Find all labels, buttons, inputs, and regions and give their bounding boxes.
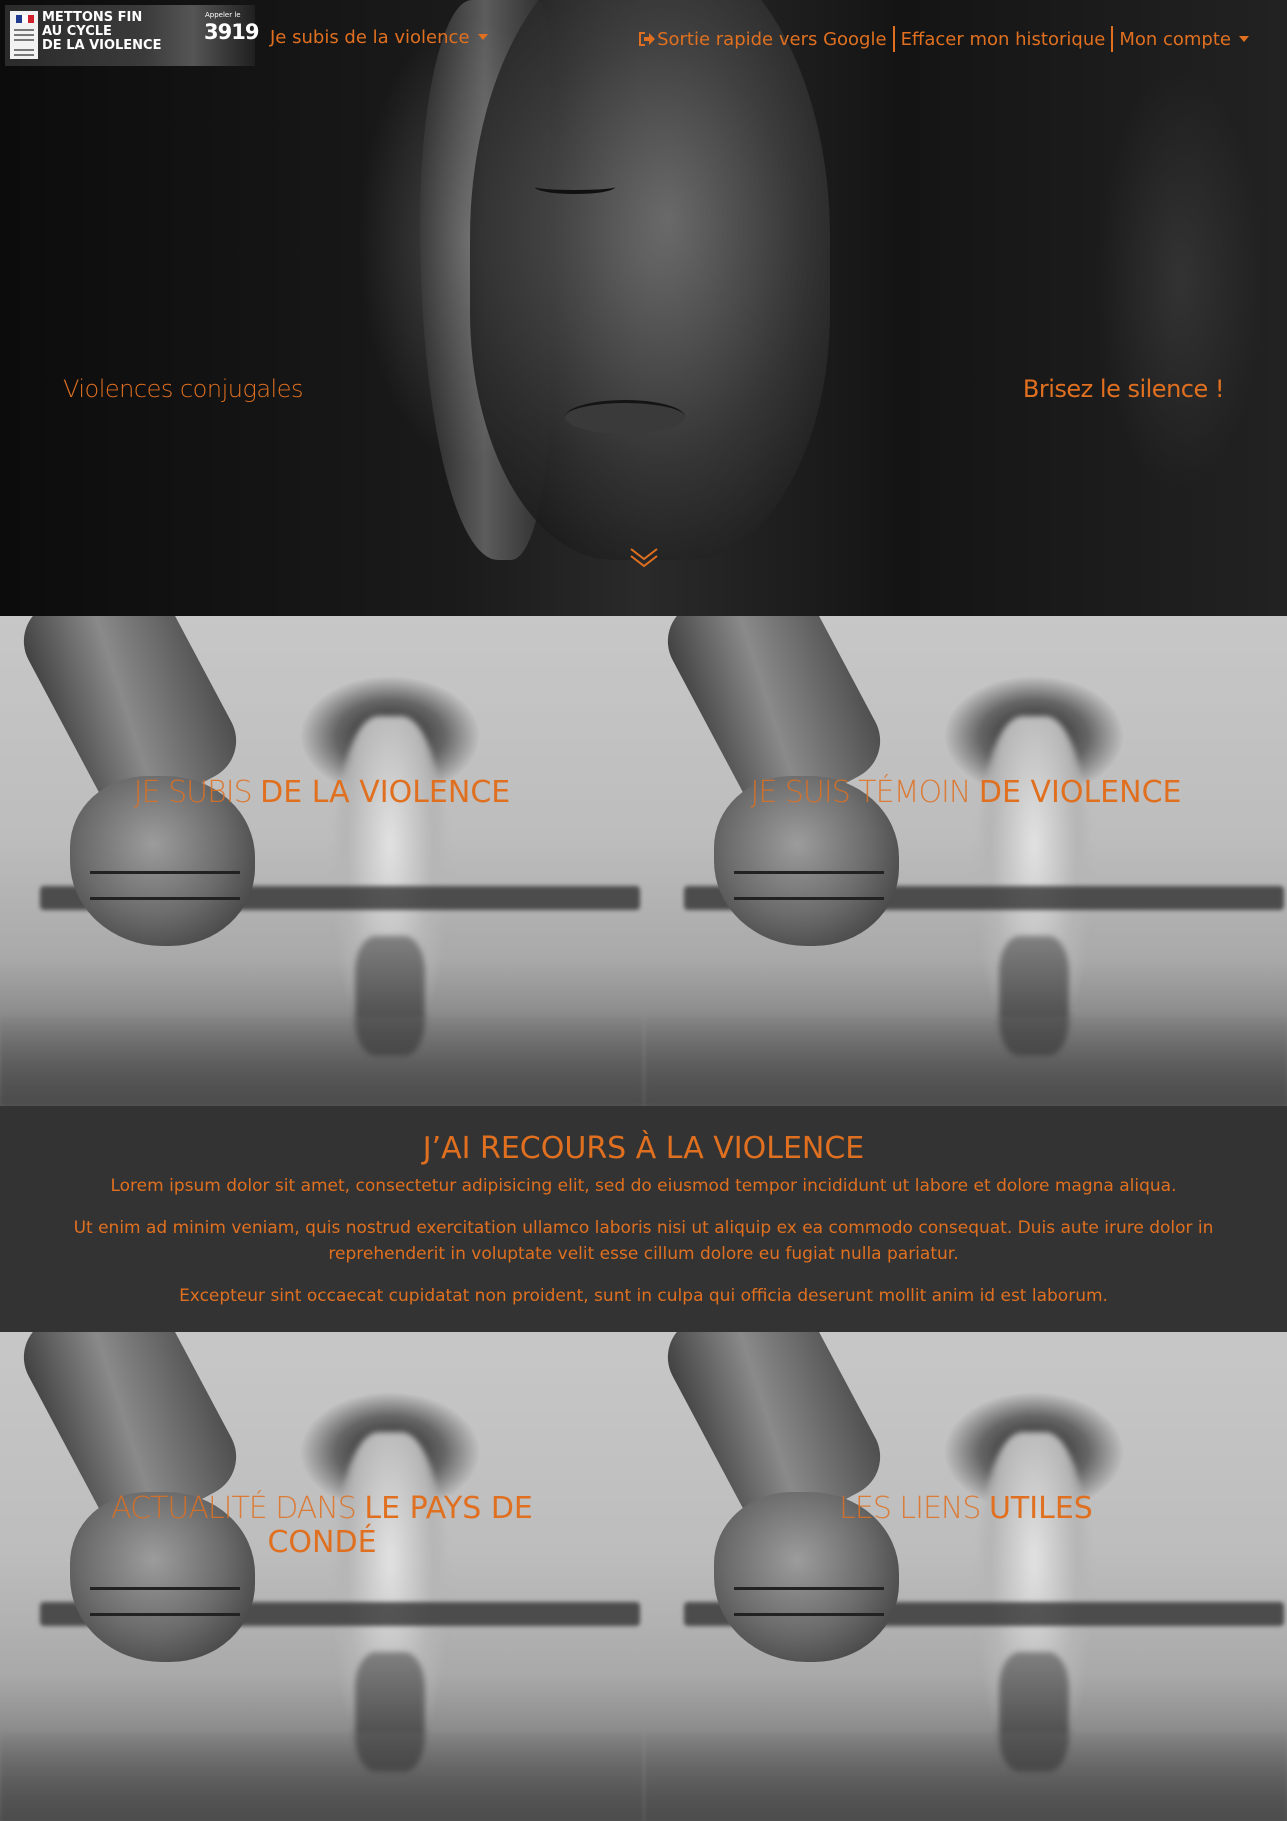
section-paragraph: Ut enim ad minim veniam, quis nostrud ex… (73, 1218, 1214, 1264)
tile-actualite[interactable]: Actualité dans le Pays de Condé (0, 1332, 644, 1821)
tile-je-suis-temoin[interactable]: Je suis témoin de violence (644, 616, 1287, 1106)
violence-dropdown[interactable]: Je subis de la violence (270, 27, 488, 48)
campaign-logo[interactable]: METTONS FIN AU CYCLE DE LA VIOLENCE Appe… (5, 5, 259, 66)
hero-right-tagline: Brisez le silence ! (1022, 375, 1225, 403)
clear-history-link[interactable]: Effacer mon historique (901, 29, 1106, 50)
nav-right-links: Sortie rapide vers Google Effacer mon hi… (637, 25, 1287, 53)
sign-out-icon (637, 31, 656, 47)
tile-title: Je subis de la violence (133, 775, 511, 810)
chevron-down-svg (630, 548, 658, 568)
tile-title: Actualité dans le Pays de Condé (111, 1491, 533, 1560)
nav-divider (892, 26, 895, 52)
section-title[interactable]: J’ai recours à la violence (0, 1131, 1287, 1167)
hero-image-lips (565, 400, 685, 434)
republique-francaise-logo (10, 11, 38, 59)
account-label: Mon compte (1119, 28, 1231, 50)
quick-exit-link[interactable]: Sortie rapide vers Google (637, 28, 887, 50)
logo-call-label: Appeler le (205, 11, 241, 19)
tile-liens-utiles[interactable]: Les liens utiles (644, 1332, 1287, 1821)
logo-phone-number: 3919 (204, 20, 259, 44)
section-paragraph: Lorem ipsum dolor sit amet, consectetur … (110, 1176, 1177, 1196)
section-paragraph: Excepteur sint occaecat cupidatat non pr… (179, 1286, 1108, 1306)
chevron-down-icon[interactable] (629, 545, 659, 571)
tile-title: Les liens utiles (839, 1491, 1093, 1526)
hero-image-face (470, 0, 830, 560)
tile-title: Je suis témoin de violence (750, 775, 1182, 810)
violence-dropdown-label: Je subis de la violence (270, 27, 470, 48)
top-navbar: METTONS FIN AU CYCLE DE LA VIOLENCE Appe… (0, 0, 1287, 74)
hero-left-tagline: Violences conjugales (63, 375, 304, 403)
caret-down-icon (1239, 36, 1249, 42)
caret-down-icon (477, 34, 488, 40)
nav-divider (1111, 26, 1114, 52)
recours-violence-section: J’ai recours à la violence Lorem ipsum d… (0, 1106, 1287, 1332)
quick-exit-label: Sortie rapide vers Google (657, 28, 887, 50)
logo-title: METTONS FIN AU CYCLE DE LA VIOLENCE (42, 10, 162, 53)
hero-section: Violences conjugales Brisez le silence ! (0, 0, 1287, 616)
account-dropdown[interactable]: Mon compte (1119, 29, 1249, 50)
hero-image-eye (535, 180, 615, 194)
tile-je-subis[interactable]: Je subis de la violence (0, 616, 644, 1106)
